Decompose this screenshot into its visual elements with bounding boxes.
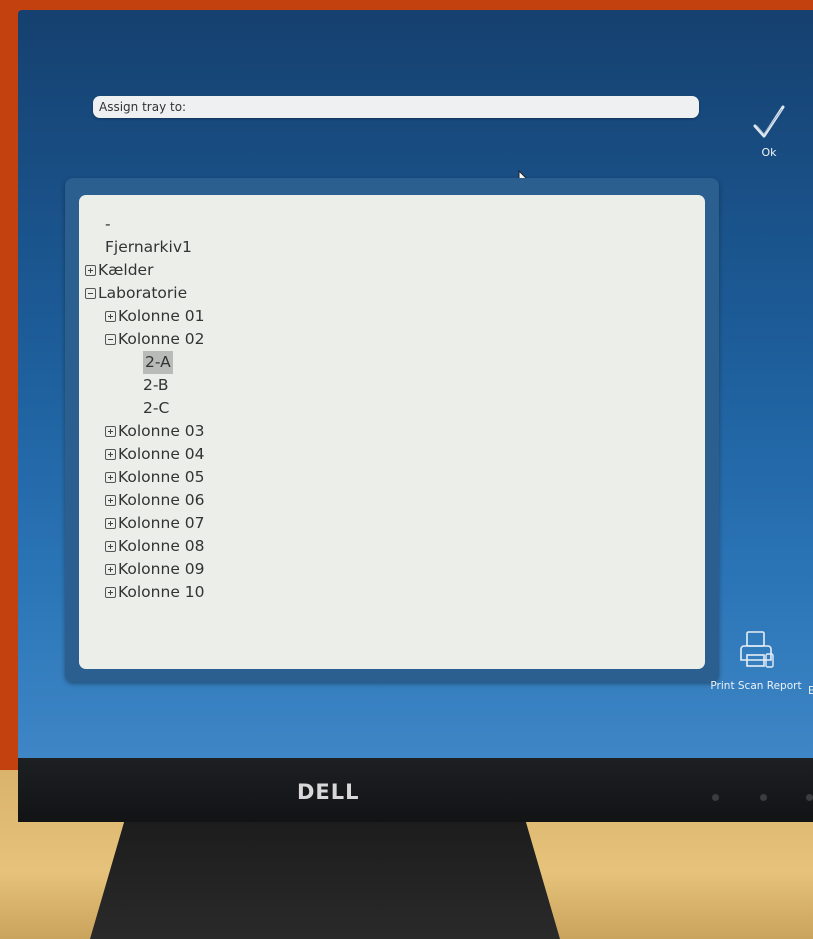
collapse-icon[interactable]: [105, 334, 116, 345]
tree-item-label: -: [105, 215, 111, 233]
tree-item-label: 2-A: [143, 351, 173, 374]
tree-item[interactable]: 2-A: [85, 351, 205, 374]
expand-icon[interactable]: [105, 449, 116, 460]
monitor-button[interactable]: [760, 794, 767, 801]
tree-item-label: Kolonne 03: [118, 422, 205, 440]
tree-item[interactable]: 2-C: [85, 397, 205, 420]
expand-icon[interactable]: [105, 587, 116, 598]
expand-icon[interactable]: [85, 265, 96, 276]
print-scan-report-label: Print Scan Report: [710, 680, 802, 692]
tree-item[interactable]: Kolonne 04: [85, 443, 205, 466]
tree-item-label: Kolonne 02: [118, 330, 205, 348]
tree-item-label: Kolonne 01: [118, 307, 205, 325]
tree-item[interactable]: Kolonne 02: [85, 328, 205, 351]
expand-icon[interactable]: [105, 472, 116, 483]
tree-item-label: Fjernarkiv1: [105, 238, 192, 256]
expand-icon[interactable]: [105, 541, 116, 552]
expand-icon[interactable]: [105, 426, 116, 437]
monitor-button[interactable]: [712, 794, 719, 801]
monitor-chin: [18, 758, 813, 822]
printer-icon: [740, 631, 774, 668]
tree-item-label: Kolonne 05: [118, 468, 205, 486]
print-scan-report-button[interactable]: Print Scan Report: [706, 630, 806, 692]
expand-icon[interactable]: [105, 518, 116, 529]
tree-item-label: Kolonne 10: [118, 583, 205, 601]
tree-item-label: 2-B: [143, 376, 169, 394]
monitor-stand: [90, 810, 560, 939]
tree-item[interactable]: Kolonne 06: [85, 489, 205, 512]
tree-item[interactable]: Kolonne 10: [85, 581, 205, 604]
tree-item-label: Kælder: [98, 261, 154, 279]
screen: Ok - Fjernarkiv1 Kælder Laboratorie Kolonne …: [18, 10, 813, 758]
tree-item[interactable]: Kolonne 07: [85, 512, 205, 535]
monitor-logo: DELL: [297, 780, 360, 804]
expand-icon[interactable]: [105, 564, 116, 575]
tree-item-label: Kolonne 08: [118, 537, 205, 555]
location-tree: - Fjernarkiv1 Kælder Laboratorie Kolonne 01 K…: [85, 213, 205, 604]
tree-item[interactable]: Fjernarkiv1: [85, 236, 205, 259]
tree-panel[interactable]: - Fjernarkiv1 Kælder Laboratorie Kolonne 01 K…: [79, 195, 705, 669]
monitor-button[interactable]: [806, 794, 813, 801]
tree-item[interactable]: Kolonne 01: [85, 305, 205, 328]
tree-item-label: Kolonne 04: [118, 445, 205, 463]
collapse-icon[interactable]: [85, 288, 96, 299]
tree-item-label: Kolonne 09: [118, 560, 205, 578]
tree-item-label: Kolonne 07: [118, 514, 205, 532]
tree-item[interactable]: Kolonne 09: [85, 558, 205, 581]
assign-tray-input[interactable]: [93, 96, 699, 118]
expand-icon[interactable]: [105, 495, 116, 506]
tree-item-label: Kolonne 06: [118, 491, 205, 509]
tree-item[interactable]: -: [85, 213, 205, 236]
tree-item-label: 2-C: [143, 399, 170, 417]
expand-icon[interactable]: [105, 311, 116, 322]
edge-button-label[interactable]: E: [808, 685, 813, 697]
tree-item[interactable]: 2-B: [85, 374, 205, 397]
tree-item[interactable]: Kolonne 05: [85, 466, 205, 489]
ok-label: Ok: [761, 146, 777, 159]
tree-frame: - Fjernarkiv1 Kælder Laboratorie Kolonne 01 K…: [65, 178, 719, 682]
tree-item[interactable]: Kolonne 03: [85, 420, 205, 443]
tree-item[interactable]: Laboratorie: [85, 282, 205, 305]
assign-tray-field[interactable]: [93, 96, 699, 118]
tree-item-label: Laboratorie: [98, 284, 188, 302]
tree-item[interactable]: Kolonne 08: [85, 535, 205, 558]
checkmark-icon: [753, 105, 785, 138]
ok-button[interactable]: Ok: [746, 104, 792, 159]
tree-item[interactable]: Kælder: [85, 259, 205, 282]
